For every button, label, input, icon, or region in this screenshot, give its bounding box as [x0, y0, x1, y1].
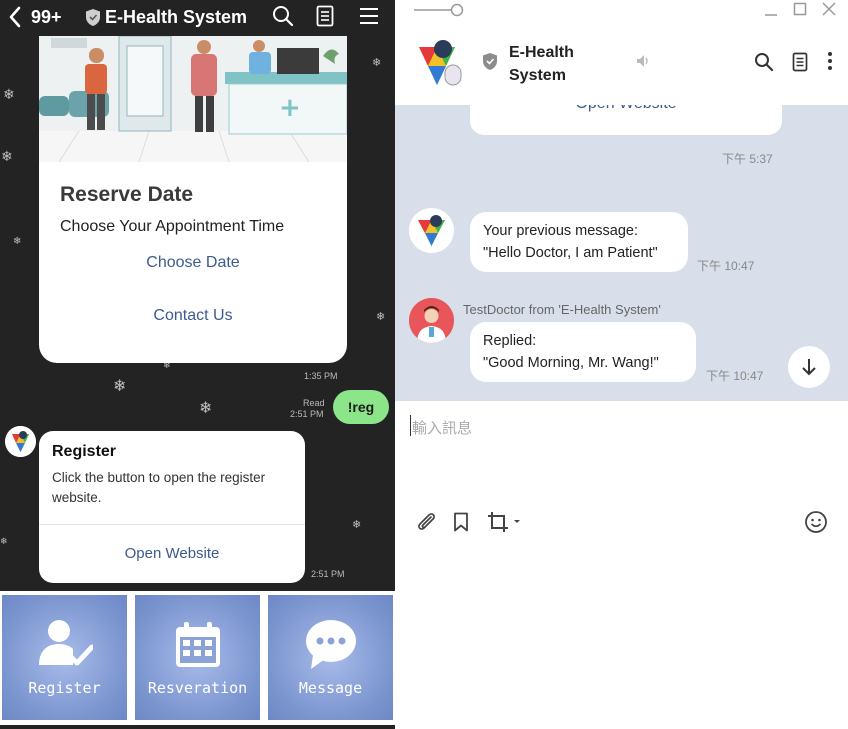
rich-menu: Register Resveration Message — [0, 591, 395, 725]
notes-icon[interactable] — [792, 52, 808, 77]
close-icon[interactable] — [822, 2, 836, 21]
snowflake-decoration: ❄ — [352, 519, 362, 531]
svg-text:+: + — [279, 93, 301, 123]
emoji-icon[interactable] — [804, 510, 828, 539]
mute-speaker-icon[interactable] — [635, 53, 651, 74]
chat-title: E-Health System — [105, 7, 248, 27]
message-line: Your previous message: — [483, 223, 639, 239]
mobile-chat-screen: ❄ ❄ ❄ ❄ ❄ ❄ ❄ ❄ ❄ ❄ 99+ E-Health System — [0, 0, 395, 729]
message-timestamp: 下午 5:37 — [722, 152, 773, 166]
received-message-bubble: Replied: "Good Morning, Mr. Wang!" — [470, 322, 696, 382]
clinic-illustration: + — [39, 36, 347, 163]
card-subtitle: Choose Your Appointment Time — [60, 218, 285, 235]
rich-menu-label: Message — [298, 679, 363, 697]
bot-avatar[interactable] — [5, 426, 36, 457]
user-check-icon — [39, 619, 95, 672]
contact-us-link[interactable]: Contact Us — [39, 307, 347, 325]
maximize-icon[interactable] — [793, 2, 807, 21]
menu-icon[interactable] — [359, 5, 379, 32]
search-icon[interactable] — [754, 52, 774, 77]
register-card: Register Click the button to open the re… — [39, 431, 305, 583]
scroll-to-bottom-button[interactable] — [788, 346, 830, 388]
card-title: Reserve Date — [60, 183, 194, 206]
message-input-area: 輸入訊息 — [395, 401, 848, 546]
reserve-date-card: + Reserve Date Choose Your Appointment T… — [39, 36, 347, 363]
message-timestamp: 2:51 PM — [311, 569, 345, 579]
back-arrow-icon[interactable] — [8, 6, 22, 34]
sender-name: TestDoctor from 'E-Health System' — [463, 302, 661, 317]
card-description: Click the button to open the register we… — [52, 470, 266, 505]
bookmark-icon[interactable] — [453, 512, 469, 537]
message-line: Replied: — [483, 333, 537, 349]
minimize-icon[interactable] — [764, 4, 778, 23]
card-title: Register — [52, 443, 117, 460]
choose-date-link[interactable]: Choose Date — [39, 254, 347, 272]
partial-message-card: Open Website — [470, 105, 782, 135]
chat-title: E-Health System — [509, 44, 574, 84]
message-line: "Hello Doctor, I am Patient" — [483, 245, 658, 261]
doctor-avatar[interactable] — [409, 298, 454, 343]
arrow-down-icon — [802, 359, 816, 376]
snowflake-decoration: ❄ — [199, 400, 213, 417]
received-message-bubble: Your previous message: "Hello Doctor, I … — [470, 212, 688, 272]
opacity-slider[interactable] — [413, 3, 465, 22]
message-timestamp: 下午 10:47 — [697, 259, 755, 273]
snowflake-decoration: ❄ — [376, 311, 386, 323]
snowflake-decoration: ❄ — [1, 148, 13, 164]
chat-header: E-Health System — [395, 25, 848, 105]
shield-icon — [481, 52, 499, 76]
snowflake-decoration: ❄ — [0, 536, 8, 546]
window-titlebar — [395, 0, 848, 25]
chat-header: 99+ E-Health System — [0, 0, 395, 36]
shield-icon — [84, 8, 102, 32]
chat-avatar[interactable] — [411, 35, 467, 96]
unread-count: 99+ — [31, 7, 62, 27]
snowflake-decoration: ❄ — [372, 57, 382, 69]
rich-menu-label: Register — [28, 679, 101, 697]
chat-bubble-icon — [305, 619, 357, 674]
chat-messages-area[interactable]: Open Website 下午 5:37 Your previous messa… — [395, 105, 848, 401]
rich-menu-label: Resveration — [147, 679, 248, 697]
desktop-chat-window: E-Health System Open Website 下午 5:37 — [395, 0, 848, 546]
open-website-button[interactable]: Open Website — [470, 105, 782, 113]
message-timestamp: 1:35 PM — [304, 371, 338, 381]
read-receipt: Read — [303, 398, 325, 408]
rich-menu-message-button[interactable]: Message — [268, 595, 393, 720]
more-options-icon[interactable] — [827, 51, 833, 76]
paperclip-icon[interactable] — [415, 511, 437, 538]
text-caret — [410, 415, 411, 436]
message-line: "Good Morning, Mr. Wang!" — [483, 355, 659, 371]
open-website-button[interactable]: Open Website — [39, 545, 305, 562]
message-timestamp: 2:51 PM — [290, 409, 324, 419]
message-input[interactable]: 輸入訊息 — [412, 417, 472, 438]
sent-message-bubble: !reg — [333, 390, 389, 424]
calendar-icon — [174, 621, 222, 674]
crop-screenshot-icon[interactable] — [487, 511, 523, 538]
rich-menu-register-button[interactable]: Register — [2, 595, 127, 720]
notes-icon[interactable] — [316, 5, 334, 32]
message-timestamp: 下午 10:47 — [706, 369, 764, 383]
divider — [39, 524, 305, 525]
search-icon[interactable] — [272, 5, 294, 32]
rich-menu-reservation-button[interactable]: Resveration — [135, 595, 260, 720]
snowflake-decoration: ❄ — [13, 236, 22, 247]
bot-avatar[interactable] — [409, 208, 454, 253]
message-text: !reg — [347, 399, 375, 415]
snowflake-decoration: ❄ — [3, 86, 15, 102]
snowflake-decoration: ❄ — [113, 378, 127, 395]
